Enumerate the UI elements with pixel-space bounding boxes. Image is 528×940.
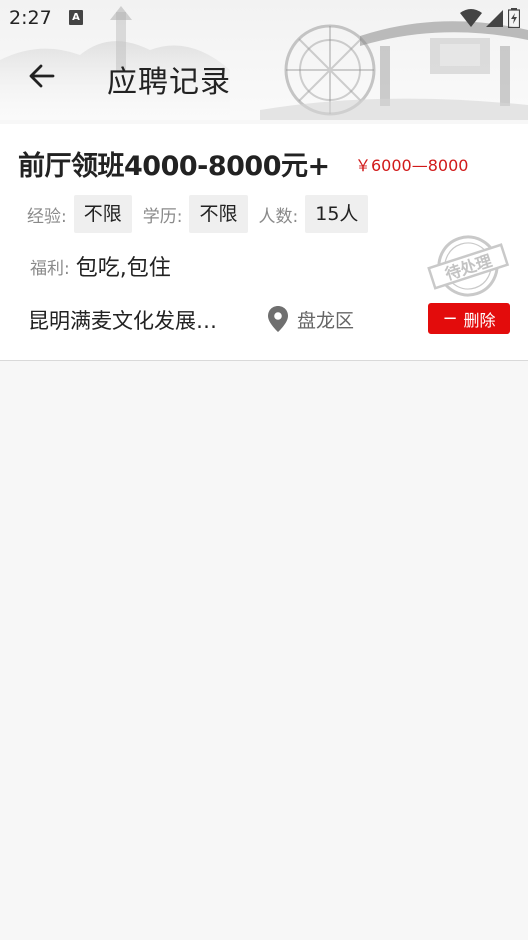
notification-icon: A xyxy=(69,10,83,25)
header-banner: 2:27 A 应聘记录 xyxy=(0,0,528,120)
signal-icon xyxy=(486,10,503,27)
system-icons xyxy=(460,7,520,29)
location-pin-icon xyxy=(268,306,288,332)
job-title: 前厅领班4000-8000元+ xyxy=(18,151,330,182)
empty-content-area xyxy=(0,362,528,940)
company-name: 昆明满麦文化发展… xyxy=(28,309,217,333)
headcount-label: 人数: xyxy=(258,206,299,227)
experience-label: 经验: xyxy=(27,206,67,227)
district: 盘龙区 xyxy=(297,309,355,332)
status-bar: 2:27 A xyxy=(0,0,528,36)
delete-button[interactable]: − 删除 xyxy=(428,303,510,334)
education-label: 学历: xyxy=(142,206,183,227)
minus-icon: − xyxy=(442,307,458,329)
salary-range: ￥6000—8000 xyxy=(355,156,469,175)
wifi-icon xyxy=(460,9,482,27)
benefits-row: 福利: 包吃,包住 xyxy=(30,250,171,282)
benefits-label: 福利: xyxy=(30,258,70,279)
benefits-value: 包吃,包住 xyxy=(75,256,171,281)
education-value: 不限 xyxy=(189,195,248,233)
back-button[interactable] xyxy=(24,58,60,94)
headcount-value: 15人 xyxy=(305,195,369,233)
requirements-row: 经验: 不限 学历: 不限 人数: 15人 xyxy=(27,195,379,233)
battery-icon xyxy=(508,8,520,28)
status-time: 2:27 xyxy=(9,7,52,29)
application-card[interactable]: 前厅领班4000-8000元+ ￥6000—8000 经验: 不限 学历: 不限… xyxy=(0,124,528,361)
pending-stamp: 待处理 xyxy=(427,235,510,297)
page-title: 应聘记录 xyxy=(107,65,231,100)
location: 盘龙区 xyxy=(267,305,354,333)
arrow-left-icon xyxy=(29,64,55,88)
experience-value: 不限 xyxy=(73,195,132,233)
delete-label: 删除 xyxy=(463,310,496,330)
